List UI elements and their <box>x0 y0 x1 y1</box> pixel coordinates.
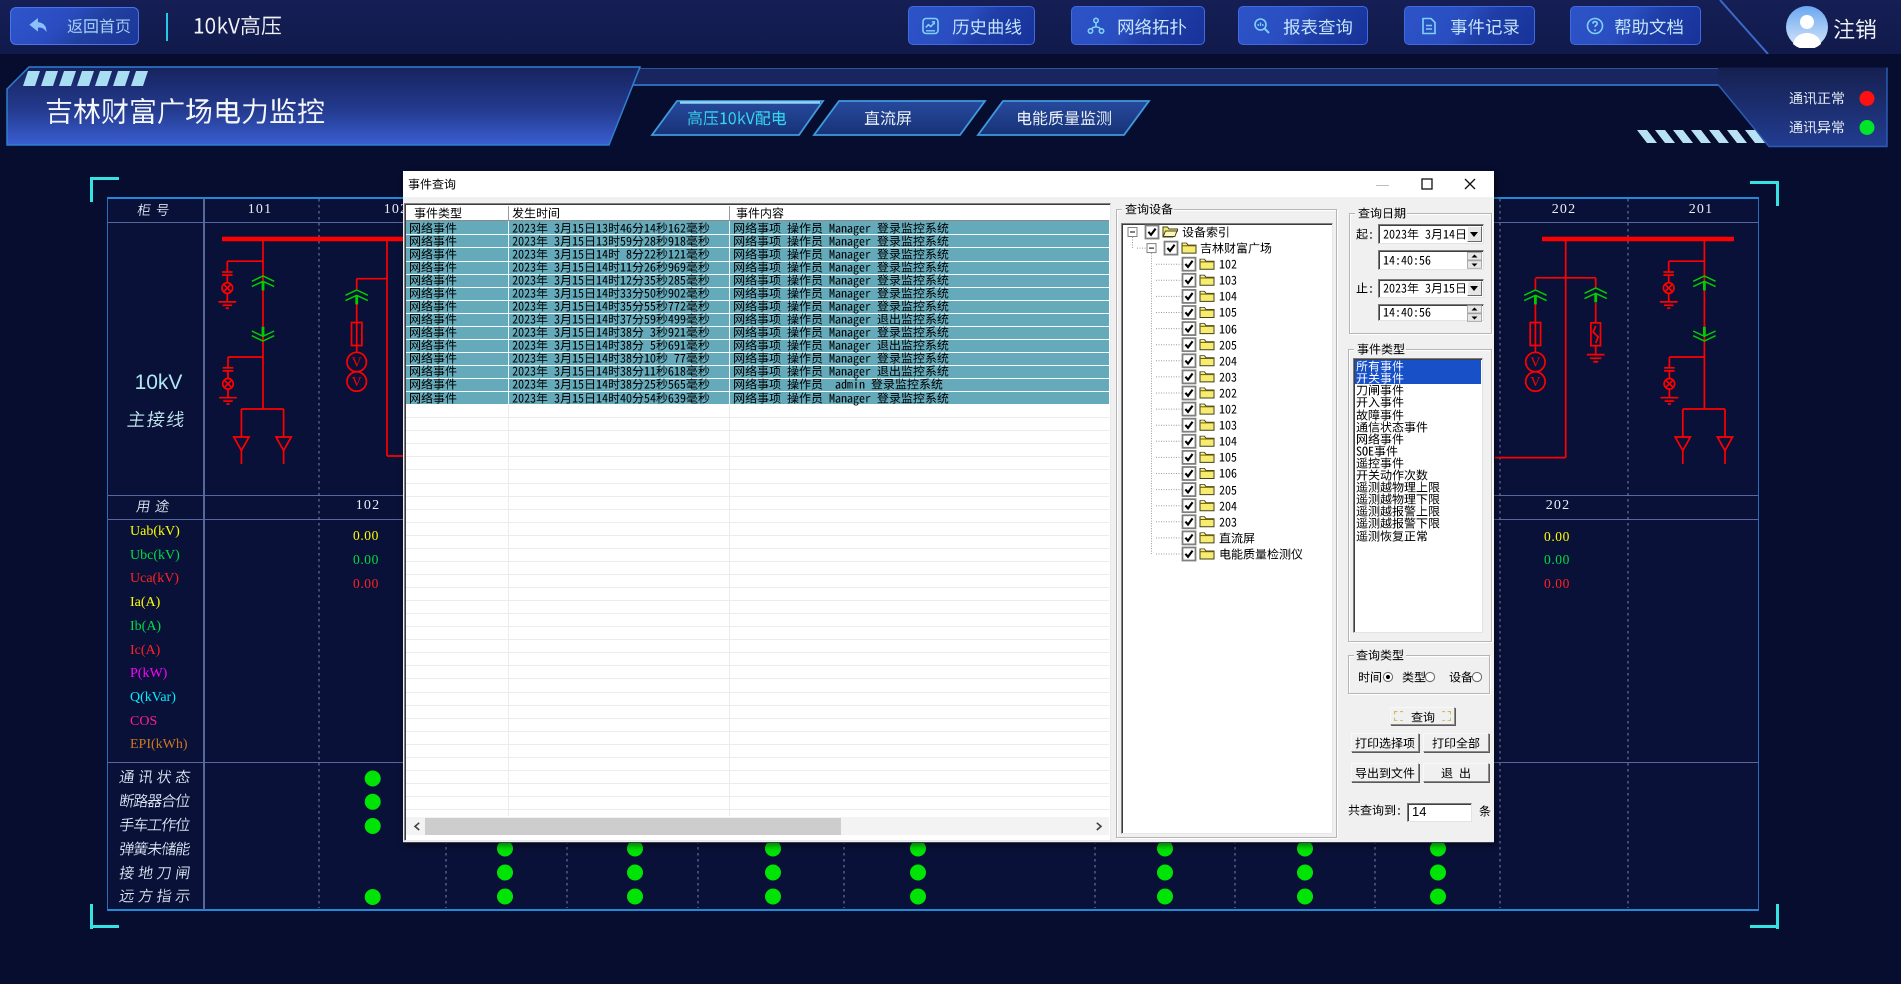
svg-text:V: V <box>1530 356 1540 371</box>
svg-text:V: V <box>352 375 362 390</box>
svg-text:V: V <box>352 356 362 371</box>
svg-text:V: V <box>1530 375 1540 390</box>
